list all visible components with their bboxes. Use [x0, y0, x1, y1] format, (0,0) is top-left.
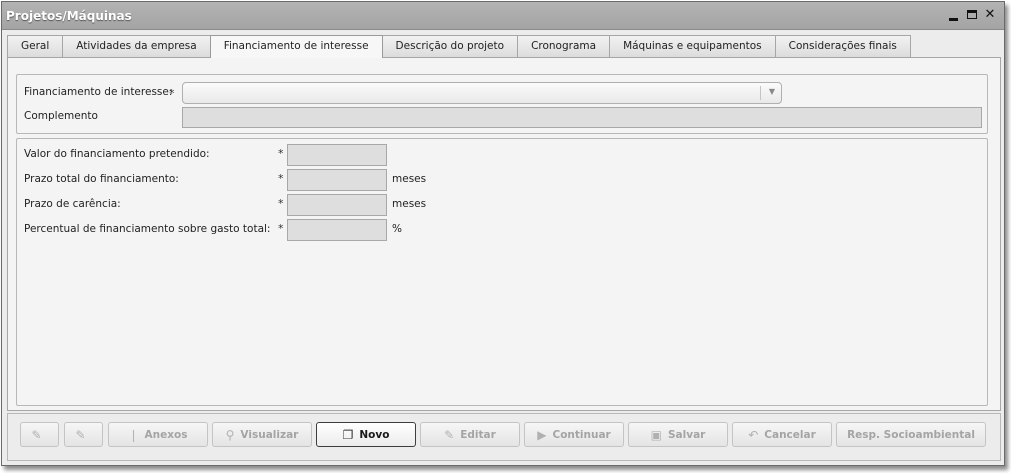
edit-doc-icon: ✎	[75, 427, 86, 442]
required-mark: *	[278, 172, 284, 185]
title-bar: Projetos/Máquinas ✕	[2, 2, 1004, 30]
anexos-button[interactable]: ❘ Anexos	[108, 422, 208, 447]
carencia-unit: meses	[392, 198, 427, 210]
edit-doc-button-2[interactable]: ✎	[64, 422, 103, 447]
tab-cronograma[interactable]: Cronograma	[517, 35, 611, 57]
novo-button[interactable]: ❐ Novo	[316, 422, 416, 447]
floppy-icon: ▣	[650, 427, 662, 442]
carencia-input[interactable]	[287, 194, 387, 216]
button-label: Editar	[460, 428, 496, 441]
chevron-down-icon: ▼	[768, 87, 775, 96]
undo-arrow-icon: ↶	[748, 427, 759, 442]
carencia-label: Prazo de carência:	[24, 198, 121, 210]
edit-doc-icon: ✎	[31, 427, 42, 442]
editar-button[interactable]: ✎ Editar	[420, 422, 520, 447]
tab-bar: Geral Atividades da empresa Financiament…	[7, 35, 911, 58]
play-icon: ▶	[537, 427, 547, 442]
tab-consideracoes-finais[interactable]: Considerações finais	[774, 35, 911, 57]
button-label: Resp. Socioambiental	[847, 428, 975, 441]
action-toolbar: ✎ ✎ ❘ Anexos ⚲ Visualizar ❐ Novo ✎ Edita…	[7, 413, 1001, 461]
close-button[interactable]: ✕	[982, 7, 998, 23]
financiamento-label: Financiamento de interesse:	[24, 86, 173, 98]
button-label: Anexos	[144, 428, 188, 441]
tab-financiamento-de-interesse[interactable]: Financiamento de interesse	[209, 35, 383, 58]
magnifier-icon: ⚲	[225, 427, 235, 442]
continuar-button[interactable]: ▶ Continuar	[524, 422, 624, 447]
complemento-field	[182, 107, 982, 128]
window: Projetos/Máquinas ✕ Geral Atividades da …	[1, 1, 1005, 466]
minimize-icon	[949, 18, 958, 21]
visualizar-button[interactable]: ⚲ Visualizar	[212, 422, 312, 447]
required-mark: *	[278, 147, 284, 160]
prazo-total-input[interactable]	[287, 169, 387, 191]
percentual-label: Percentual de financiamento sobre gasto …	[24, 223, 271, 235]
edit-doc-button-1[interactable]: ✎	[20, 422, 59, 447]
prazo-total-label: Prazo total do financiamento:	[24, 173, 179, 185]
button-label: Salvar	[667, 428, 706, 441]
tab-panel: Financiamento de interesse: * ▼ Compleme…	[7, 57, 1001, 411]
cancelar-button[interactable]: ↶ Cancelar	[732, 422, 832, 447]
button-label: Continuar	[552, 428, 611, 441]
button-label: Novo	[359, 428, 390, 441]
minimize-button[interactable]	[946, 7, 962, 23]
maximize-button[interactable]	[964, 7, 980, 23]
pencil-icon: ✎	[444, 427, 455, 442]
prazo-total-unit: meses	[392, 173, 427, 185]
percentual-unit: %	[392, 223, 402, 235]
required-mark: *	[278, 197, 284, 210]
tab-atividades-da-empresa[interactable]: Atividades da empresa	[62, 35, 211, 57]
salvar-button[interactable]: ▣ Salvar	[628, 422, 728, 447]
close-icon: ✕	[984, 7, 996, 22]
combo-separator	[760, 86, 761, 100]
resp-socioambiental-button[interactable]: Resp. Socioambiental	[836, 422, 986, 447]
valores-group: Valor do financiamento pretendido: * Pra…	[16, 138, 988, 406]
financiamento-group: Financiamento de interesse: * ▼ Compleme…	[16, 74, 988, 134]
window-title: Projetos/Máquinas	[6, 9, 132, 23]
paperclip-icon: ❘	[128, 427, 139, 442]
valor-financiamento-input[interactable]	[287, 144, 387, 166]
complemento-label: Complemento	[24, 110, 98, 122]
button-label: Cancelar	[764, 428, 816, 441]
button-label: Visualizar	[240, 428, 299, 441]
tab-maquinas-e-equipamentos[interactable]: Máquinas e equipamentos	[609, 35, 776, 57]
required-mark: *	[278, 222, 284, 235]
tab-geral[interactable]: Geral	[7, 35, 64, 57]
tab-descricao-do-projeto[interactable]: Descrição do projeto	[381, 35, 519, 57]
valor-financiamento-label: Valor do financiamento pretendido:	[24, 148, 210, 160]
required-mark: *	[169, 87, 175, 100]
new-document-icon: ❐	[342, 427, 354, 442]
percentual-input[interactable]	[287, 219, 387, 241]
financiamento-select[interactable]: ▼	[182, 82, 782, 104]
maximize-icon	[967, 10, 977, 19]
